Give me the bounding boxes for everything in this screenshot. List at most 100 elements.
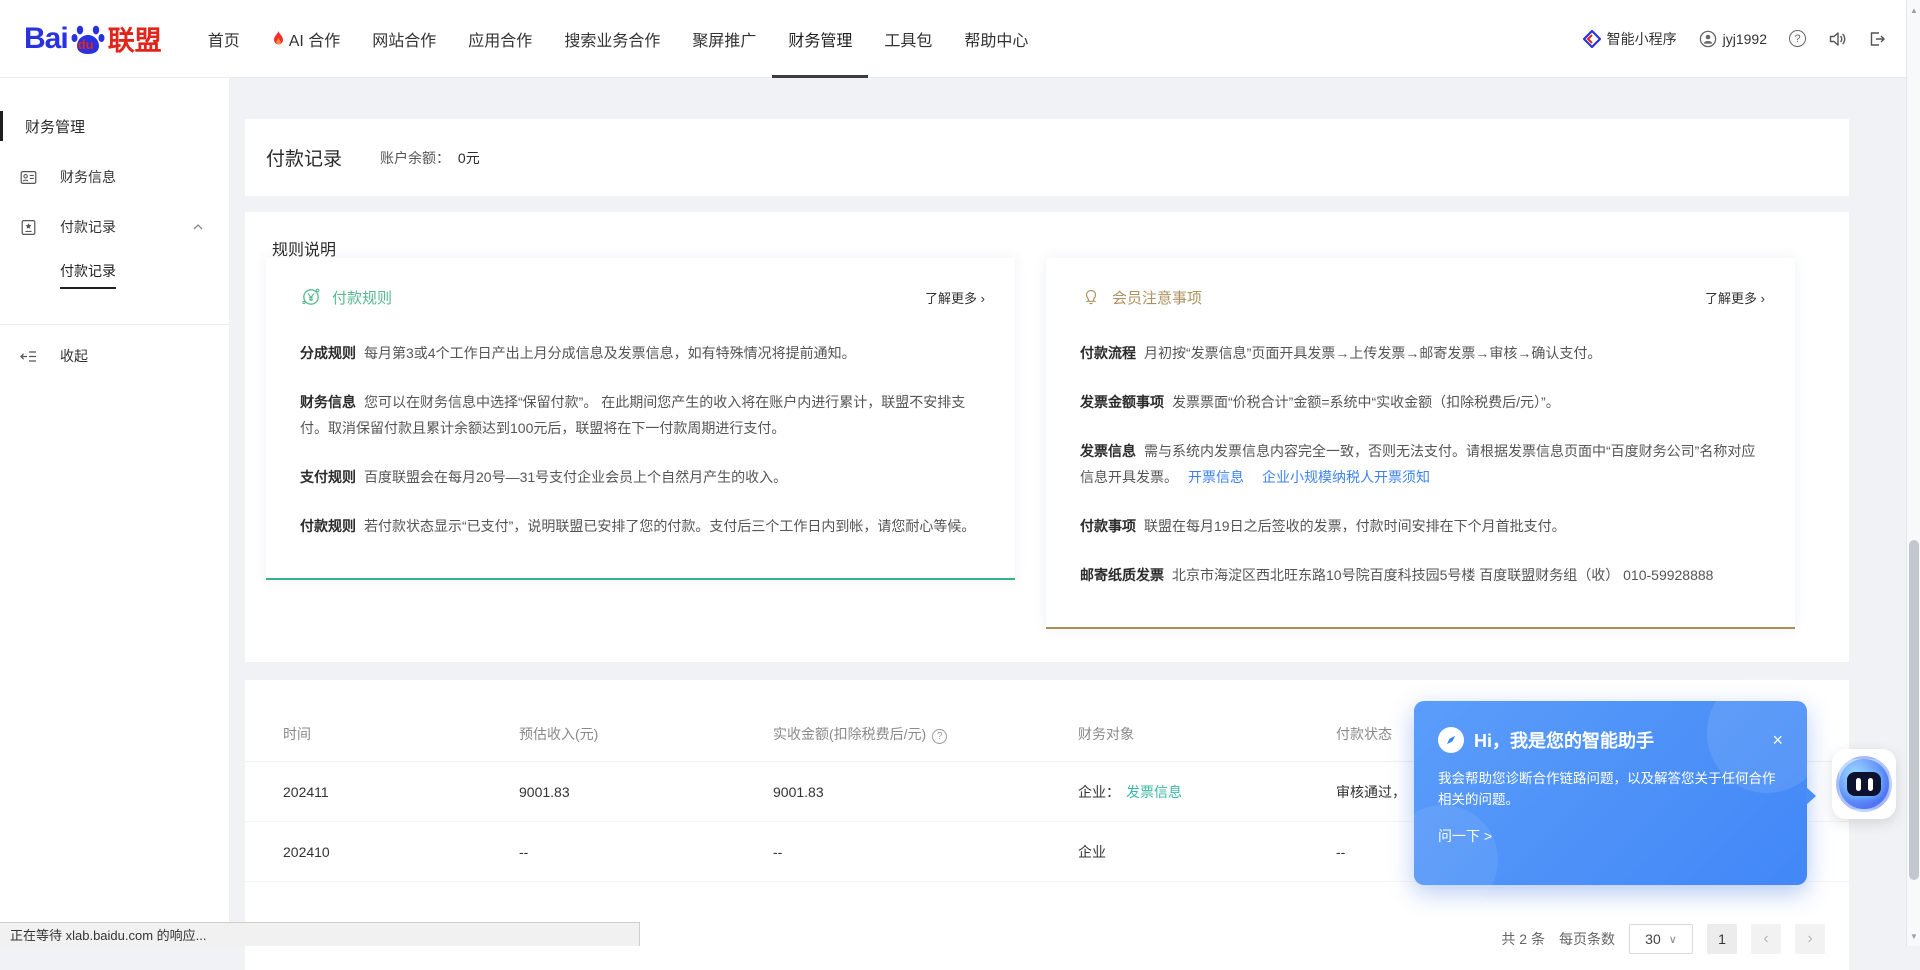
- rule-item: 付款规则若付款状态显示“已支付”，说明联盟已安排了您的付款。支付后三个工作日内到…: [300, 513, 985, 539]
- cell-time: 202411: [283, 784, 519, 800]
- sidebar-collapse-button[interactable]: 收起: [0, 329, 229, 383]
- chevron-down-icon: ∨: [1669, 933, 1677, 946]
- close-icon[interactable]: ×: [1772, 731, 1783, 749]
- help-icon[interactable]: ?: [1789, 30, 1806, 47]
- smart-assistant-popup: Hi，我是您的智能助手 × 我会帮助您诊断合作链路问题，以及解答您关于任何合作相…: [1414, 701, 1807, 885]
- nav-item-juping-promotion[interactable]: 聚屏推广: [676, 0, 772, 78]
- cell-finance-object: 企业：发票信息: [1078, 782, 1336, 802]
- scroll-down-arrow[interactable]: ▼: [1907, 928, 1920, 944]
- next-page-button[interactable]: ›: [1795, 924, 1825, 954]
- member-crown-icon: [1080, 286, 1102, 308]
- payment-rule-coin-icon: [300, 286, 322, 308]
- popup-decoration: [1388, 805, 1498, 915]
- cell-estimated: --: [519, 844, 773, 860]
- col-header-finance-object: 财务对象: [1078, 724, 1336, 744]
- logo-text-union: 联盟: [108, 19, 162, 58]
- member-notes-body: 付款流程月初按“发票信息”页面开具发票→上传发票→邮寄发票→审核→确认支付。 发…: [1080, 340, 1765, 588]
- balance-label: 账户余额：: [380, 150, 450, 166]
- sidebar-item-finance-info[interactable]: 财务信息: [0, 152, 229, 202]
- col-header-estimated: 预估收入(元): [519, 724, 773, 744]
- rule-item: 发票金额事项发票票面“价税合计”金额=系统中“实收金额（扣除税费后/元）”。: [1080, 389, 1765, 415]
- cell-time: 202410: [283, 844, 519, 860]
- vertical-scrollbar[interactable]: ▲ ▼: [1906, 0, 1920, 946]
- nav-item-app-cooperation[interactable]: 应用合作: [452, 0, 548, 78]
- logout-icon[interactable]: [1868, 30, 1886, 48]
- logo-text-bai: Bai: [24, 22, 68, 56]
- sidebar-subitem-payment-records-active[interactable]: 付款记录: [0, 252, 229, 298]
- member-notes-title: 会员注意事项: [1112, 287, 1202, 308]
- scrollbar-thumb[interactable]: [1909, 540, 1919, 880]
- invoice-info-link[interactable]: 开票信息: [1188, 469, 1244, 485]
- pagination: 共 2 条 每页条数 30 ∨ 1 ‹ ›: [1501, 924, 1825, 954]
- cell-finance-object: 企业: [1078, 842, 1336, 862]
- baidu-union-logo[interactable]: Bai du 联盟: [24, 19, 162, 58]
- mini-program-diamond-icon: [1583, 30, 1601, 48]
- main-nav: 首页 AI 合作 网站合作 应用合作 搜索业务合作 聚屏推广 财务管理 工具包 …: [192, 0, 1045, 78]
- compass-icon: [1438, 727, 1464, 753]
- member-notes-card: 会员注意事项 了解更多 › 付款流程月初按“发票信息”页面开具发票→上传发票→邮…: [1046, 258, 1795, 629]
- rule-item: 分成规则每月第3或4个工作日产出上月分成信息及发票信息，如有特殊情况将提前通知。: [300, 340, 985, 366]
- payment-rules-body: 分成规则每月第3或4个工作日产出上月分成信息及发票信息，如有特殊情况将提前通知。…: [300, 340, 985, 539]
- nav-item-website-cooperation[interactable]: 网站合作: [356, 0, 452, 78]
- active-section-indicator: [0, 111, 3, 141]
- cell-estimated: 9001.83: [519, 784, 773, 800]
- total-count: 共 2 条: [1501, 929, 1545, 949]
- smart-mini-program-entry[interactable]: 智能小程序: [1583, 29, 1677, 49]
- assistant-title: Hi，我是您的智能助手: [1474, 727, 1654, 753]
- col-header-time: 时间: [283, 724, 519, 744]
- invoice-info-row-link[interactable]: 发票信息: [1126, 784, 1182, 800]
- small-taxpayer-notice-link[interactable]: 企业小规模纳税人开票须知: [1262, 469, 1430, 485]
- nav-item-ai-cooperation[interactable]: AI 合作: [256, 0, 357, 78]
- nav-item-toolkit[interactable]: 工具包: [868, 0, 948, 78]
- speaker-icon[interactable]: [1828, 30, 1846, 48]
- account-balance: 账户余额： 0元: [380, 148, 480, 168]
- scroll-up-arrow[interactable]: ▲: [1907, 2, 1920, 18]
- popup-pointer: [1806, 787, 1816, 805]
- page-header-panel: 付款记录 账户余额： 0元: [245, 119, 1849, 196]
- user-icon: [1699, 30, 1717, 48]
- badge-star-icon: [20, 219, 37, 236]
- cell-actual: --: [773, 844, 1078, 860]
- payment-rules-card: 付款规则 了解更多 › 分成规则每月第3或4个工作日产出上月分成信息及发票信息，…: [266, 258, 1015, 580]
- prev-page-button[interactable]: ‹: [1751, 924, 1781, 954]
- rule-item: 发票信息需与系统内发票信息内容完全一致，否则无法支付。请根据发票信息页面中“百度…: [1080, 438, 1765, 490]
- member-notes-more-link[interactable]: 了解更多 ›: [1705, 288, 1765, 307]
- user-account[interactable]: jyj1992: [1699, 30, 1767, 48]
- flame-icon: [272, 31, 285, 47]
- sidebar-divider: [0, 324, 229, 325]
- cell-actual: 9001.83: [773, 784, 1078, 800]
- column-help-icon[interactable]: ?: [932, 729, 947, 744]
- robot-avatar-icon: [1836, 756, 1892, 812]
- rule-item: 财务信息您可以在财务信息中选择“保留付款”。 在此期间您产生的收入将在账户内进行…: [300, 389, 985, 441]
- per-page-label: 每页条数: [1559, 929, 1615, 949]
- per-page-select[interactable]: 30 ∨: [1629, 924, 1693, 954]
- nav-item-help-center[interactable]: 帮助中心: [948, 0, 1044, 78]
- sidebar: 财务管理 财务信息 付款记录 付款记录: [0, 78, 230, 946]
- logo-text-du: du: [78, 37, 94, 52]
- payment-rules-title: 付款规则: [332, 287, 392, 308]
- rules-heading: 规则说明: [272, 236, 336, 260]
- ask-now-link[interactable]: 问一下 >: [1438, 826, 1783, 846]
- sidebar-item-payment-records[interactable]: 付款记录: [0, 202, 229, 252]
- assistant-message: 我会帮助您诊断合作链路问题，以及解答您关于任何合作相关的问题。: [1438, 768, 1778, 810]
- rules-panel: 规则说明 付款规则 了解更多 › 分成规则每月第3或4个工作日产出上月分成信息及…: [245, 212, 1849, 662]
- rule-item: 付款流程月初按“发票信息”页面开具发票→上传发票→邮寄发票→审核→确认支付。: [1080, 340, 1765, 366]
- sidebar-section-finance-management: 财务管理: [0, 100, 229, 152]
- top-navigation-bar: Bai du 联盟 首页 AI 合作 网站合作 应用合作 搜索业务合作 聚屏推广…: [0, 0, 1920, 78]
- nav-item-home[interactable]: 首页: [192, 0, 256, 78]
- page-title: 付款记录: [266, 144, 342, 171]
- nav-item-finance-management[interactable]: 财务管理: [772, 0, 868, 78]
- assistant-robot-button[interactable]: [1832, 749, 1896, 819]
- nav-item-search-business[interactable]: 搜索业务合作: [548, 0, 676, 78]
- payment-rules-more-link[interactable]: 了解更多 ›: [925, 288, 985, 307]
- id-card-icon: [20, 169, 37, 186]
- page-number-button[interactable]: 1: [1707, 924, 1737, 954]
- rule-item: 付款事项联盟在每月19日之后签收的发票，付款时间安排在下个月首批支付。: [1080, 513, 1765, 539]
- baidu-paw-icon: du: [70, 21, 106, 57]
- collapse-icon: [20, 348, 37, 365]
- col-header-actual: 实收金额(扣除税费后/元)?: [773, 724, 1078, 744]
- rule-item: 邮寄纸质发票北京市海淀区西北旺东路10号院百度科技园5号楼 百度联盟财务组（收）…: [1080, 562, 1765, 588]
- topbar-right-area: 智能小程序 jyj1992 ?: [1583, 29, 1886, 49]
- balance-value: 0元: [458, 150, 480, 166]
- rule-item: 支付规则百度联盟会在每月20号—31号支付企业会员上个自然月产生的收入。: [300, 464, 985, 490]
